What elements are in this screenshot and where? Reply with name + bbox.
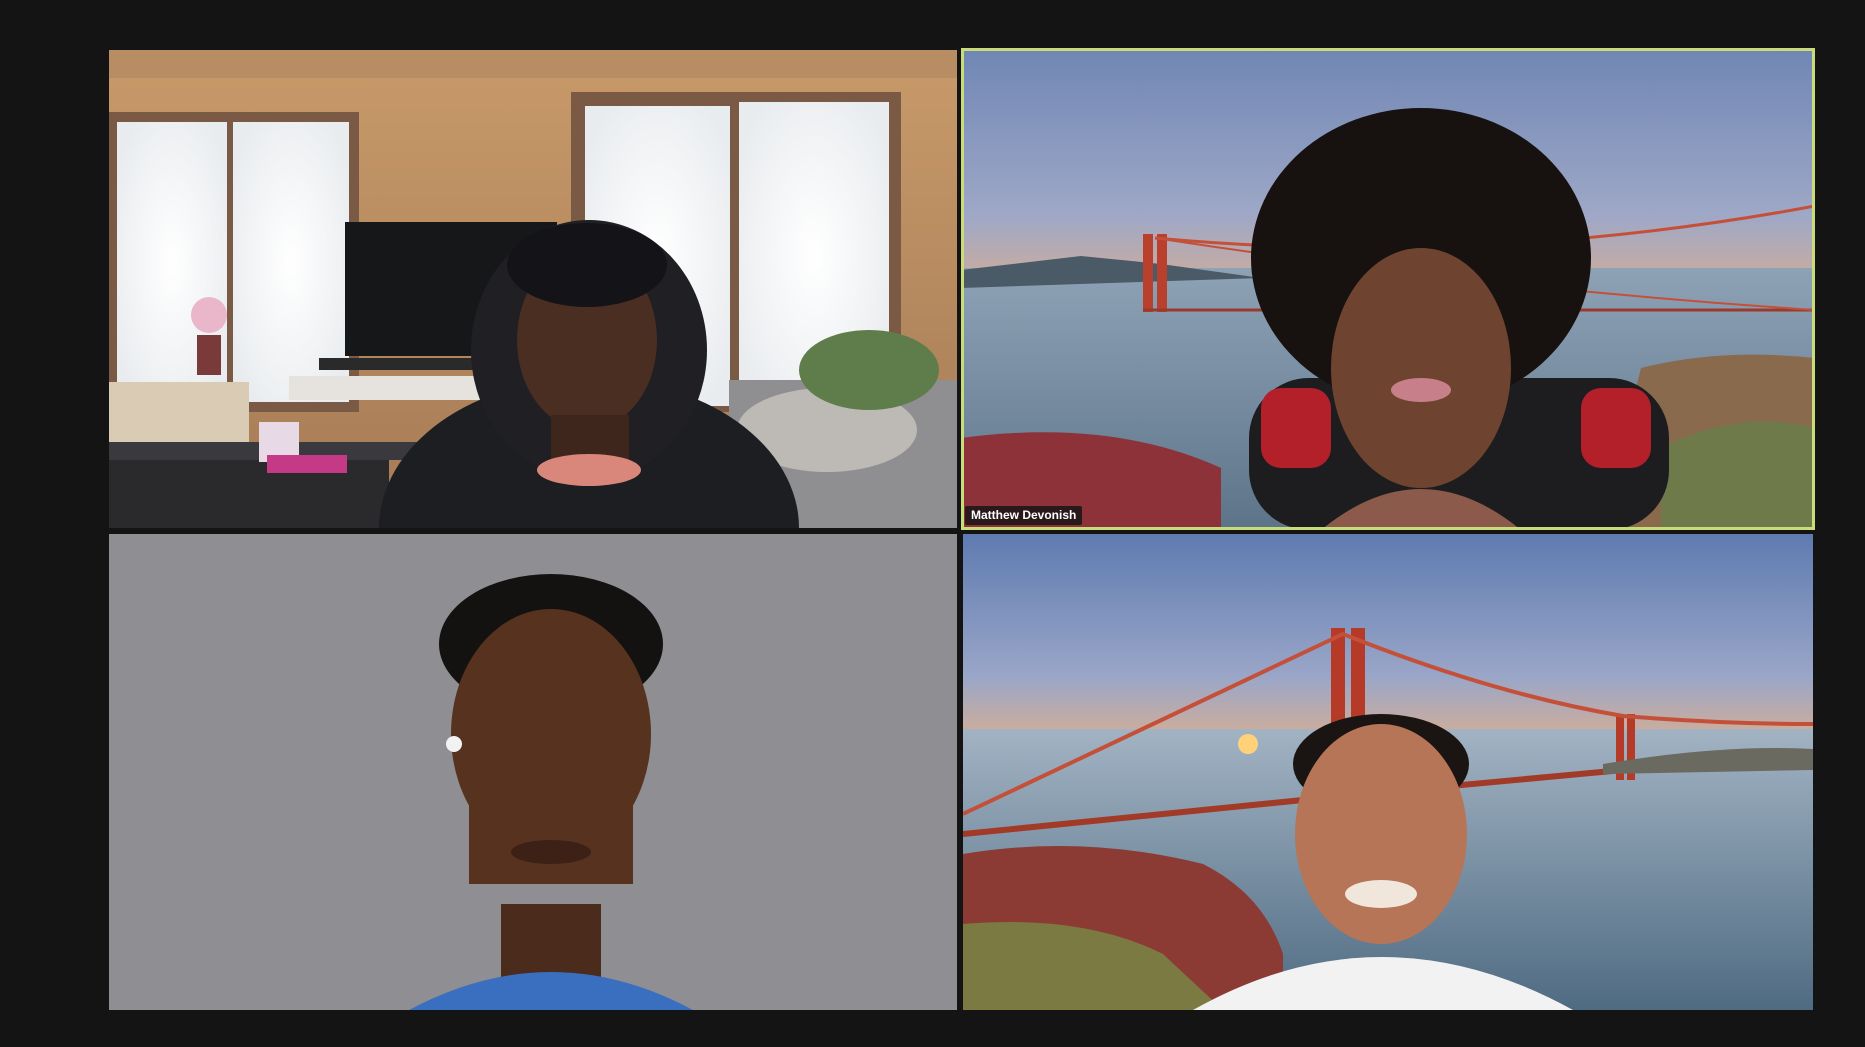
participant-video-tile[interactable] bbox=[963, 534, 1813, 1010]
participant-video-feed bbox=[963, 534, 1813, 1010]
participant-video-tile[interactable] bbox=[109, 534, 957, 1010]
participant-video-feed bbox=[109, 534, 957, 1010]
video-gallery: Matthew Devonish bbox=[0, 0, 1865, 1047]
participant-video-feed bbox=[109, 50, 957, 528]
participant-video-tile[interactable] bbox=[109, 50, 957, 528]
participant-video-tile-active[interactable]: Matthew Devonish bbox=[961, 48, 1815, 530]
participant-video-feed bbox=[961, 48, 1815, 530]
participant-name-label: Matthew Devonish bbox=[965, 506, 1083, 525]
